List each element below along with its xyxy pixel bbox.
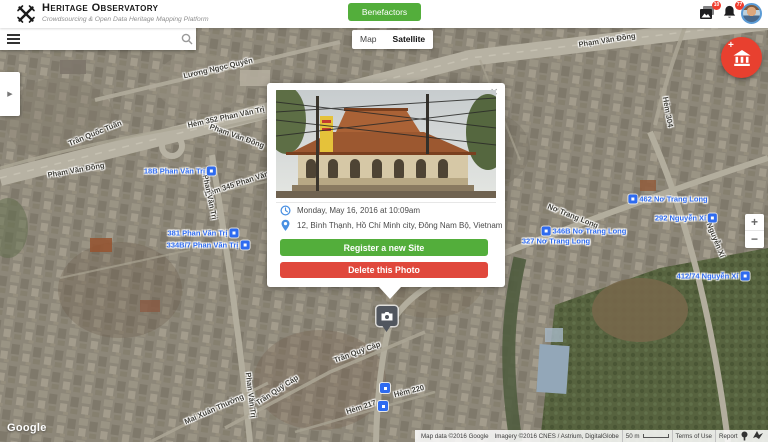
google-logo[interactable]: Google [7, 422, 47, 434]
map-type-map-button[interactable]: Map [352, 30, 385, 49]
poi-label[interactable]: 18B Phan Văn Trị [144, 167, 216, 176]
photo-location-marker[interactable] [380, 383, 390, 393]
camera-marker[interactable] [377, 306, 398, 326]
poi-label-text: 18B Phan Văn Trị [144, 167, 205, 176]
poi-label[interactable]: 462 Nơ Trang Long [628, 195, 707, 204]
zoom-in-button[interactable]: + [745, 214, 764, 231]
crane-icon [753, 431, 763, 440]
photo-location-marker[interactable] [378, 401, 388, 411]
poi-marker-icon[interactable] [628, 195, 637, 204]
clock-icon [280, 205, 291, 216]
poi-label-text: 381 Phan Văn Trị [167, 229, 227, 238]
poi-label-text: 346B Nơ Trang Long [553, 227, 627, 236]
heritage-tools-logo-icon [16, 4, 36, 24]
poi-label-text: 334B/7 Phan Văn Trị [167, 241, 239, 250]
poi-label-text: 412/74 Nguyễn Xí [677, 272, 739, 281]
poi-marker-icon[interactable] [708, 214, 717, 223]
heritage-photo-image [276, 90, 496, 198]
poi-marker-icon[interactable] [230, 229, 239, 238]
app-subtitle: Crowdsourcing & Open Data Heritage Mappi… [42, 16, 209, 23]
imagery-credit: Imagery ©2016 CNES / Astrium, DigitalGlo… [492, 433, 622, 440]
poi-label-text: 462 Nơ Trang Long [639, 195, 707, 204]
photo-address: 12, Bình Thạnh, Hồ Chí Minh city, Đông N… [297, 221, 502, 230]
photos-badge: 10 [712, 1, 721, 10]
zoom-out-button[interactable]: − [745, 231, 764, 248]
tree-icon [740, 431, 749, 441]
title-block: Heritage Observatory Crowdsourcing & Ope… [42, 3, 209, 23]
user-avatar[interactable] [741, 3, 762, 24]
poi-label[interactable]: 381 Phan Văn Trị [167, 229, 238, 238]
photos-button[interactable]: 10 [699, 4, 716, 21]
app-header: Heritage Observatory Crowdsourcing & Ope… [0, 0, 768, 28]
map-type-satellite-button[interactable]: Satellite [385, 30, 434, 49]
heritage-photo [276, 90, 496, 198]
poi-label-text: 292 Nguyễn Xí [655, 214, 706, 223]
app-title: Heritage Observatory [42, 3, 209, 14]
corner-icons [738, 431, 765, 441]
map-type-toggle: Map Satellite [352, 30, 433, 49]
photo-info-popup: × [267, 83, 505, 287]
poi-label[interactable]: 412/74 Nguyễn Xí [677, 272, 750, 281]
poi-marker-icon[interactable] [207, 167, 216, 176]
menu-hamburger-icon[interactable] [7, 38, 20, 40]
address-row: 12, Bình Thạnh, Hồ Chí Minh city, Đông N… [280, 219, 502, 232]
scale-bar [643, 434, 669, 438]
heritage-observatory-app: Lương Ngọc Quyến Phạm Văn Đồng Phạm Văn … [0, 0, 768, 442]
zoom-control: + − [745, 214, 764, 248]
timestamp-row: Monday, May 16, 2016 at 10:09am [280, 205, 420, 216]
camera-icon [381, 311, 394, 321]
poi-label[interactable]: 334B/7 Phan Văn Trị [167, 241, 250, 250]
report-map-error-link[interactable]: Report a map error [716, 433, 738, 440]
map-data-credit: Map data ©2016 Google [418, 433, 492, 440]
poi-label-text: 327 Nơ Trang Long [522, 237, 590, 246]
add-heritage-site-button[interactable]: + [721, 37, 762, 78]
scale-label: 50 m [623, 433, 672, 440]
search-icon[interactable] [181, 33, 193, 45]
register-new-site-button[interactable]: Register a new Site [280, 239, 488, 256]
notifications-button[interactable]: 77 [722, 4, 739, 21]
photo-timestamp: Monday, May 16, 2016 at 10:09am [297, 206, 420, 215]
poi-marker-icon[interactable] [240, 241, 249, 250]
poi-label[interactable]: 327 Nơ Trang Long [522, 237, 590, 246]
sidebar-expand-button[interactable]: ▶ [0, 72, 20, 116]
search-panel [0, 28, 196, 50]
search-input[interactable] [26, 28, 178, 50]
poi-marker-icon[interactable] [542, 227, 551, 236]
map-attribution-bar: Map data ©2016 Google Imagery ©2016 CNES… [415, 430, 768, 442]
benefactors-button[interactable]: Benefactors [348, 3, 421, 21]
poi-marker-icon[interactable] [740, 272, 749, 281]
delete-photo-button[interactable]: Delete this Photo [280, 262, 488, 278]
location-pin-icon [280, 219, 291, 232]
poi-label[interactable]: 346B Nơ Trang Long [542, 227, 627, 236]
museum-icon [732, 48, 752, 68]
terms-of-use-link[interactable]: Terms of Use [673, 433, 715, 440]
poi-label[interactable]: 292 Nguyễn Xí [655, 214, 717, 223]
divider [276, 202, 496, 203]
